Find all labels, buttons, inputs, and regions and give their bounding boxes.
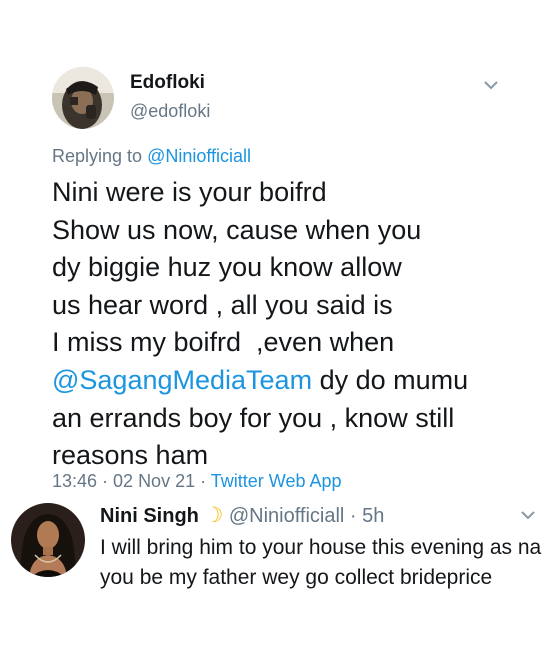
tweet-body: Nini were is your boifrd Show us now, ca… — [52, 174, 532, 475]
tweet-line: us hear word , all you said is — [52, 289, 393, 320]
tweet-meta: 13:46 · 02 Nov 21 · Twitter Web App — [52, 471, 342, 492]
tweet-line: reasons ham — [52, 440, 209, 471]
replying-prefix: Replying to — [52, 146, 148, 166]
chevron-down-icon[interactable] — [520, 510, 536, 520]
author-name[interactable]: Edofloki — [130, 72, 205, 94]
reply-author-name[interactable]: Nini Singh — [100, 505, 199, 527]
tweet-line: dy biggie huz you know allow — [52, 252, 402, 283]
tweet-line: @SagangMediaTeam dy do mumu — [52, 362, 532, 400]
tweet-line: Show us now, cause when you — [52, 214, 422, 245]
source-link[interactable]: Twitter Web App — [211, 471, 342, 491]
mention-link[interactable]: @SagangMediaTeam — [52, 365, 312, 395]
author-avatar[interactable] — [52, 67, 114, 129]
author-handle[interactable]: @edofloki — [130, 101, 210, 122]
chevron-down-icon[interactable] — [483, 80, 499, 90]
tweet-line: an errands boy for you , know still — [52, 402, 455, 433]
reply-text: I will bring him to your house this even… — [100, 536, 542, 589]
replying-to: Replying to @Niniofficiall — [52, 146, 251, 167]
tweet-line: I miss my boifrd ,even when — [52, 327, 395, 358]
reply-avatar[interactable] — [11, 503, 85, 577]
tweet-line-rest: dy do mumu — [312, 364, 469, 395]
tweet-card: Edofloki @edofloki Replying to @Ninioffi… — [0, 0, 554, 647]
replying-to-mention[interactable]: @Niniofficiall — [147, 146, 251, 166]
crescent-moon-emoji: ☽ — [204, 504, 224, 527]
reply-author-handle[interactable]: @Niniofficiall — [229, 505, 345, 527]
timestamp[interactable]: 13:46 · 02 Nov 21 · — [52, 471, 211, 491]
reply-time-separator: · — [344, 505, 363, 527]
reply-header: Nini Singh ☽ @Niniofficiall · 5h — [100, 503, 384, 528]
tweet-line: Nini were is your boifrd — [52, 177, 327, 207]
reply-time[interactable]: 5h — [362, 505, 384, 527]
